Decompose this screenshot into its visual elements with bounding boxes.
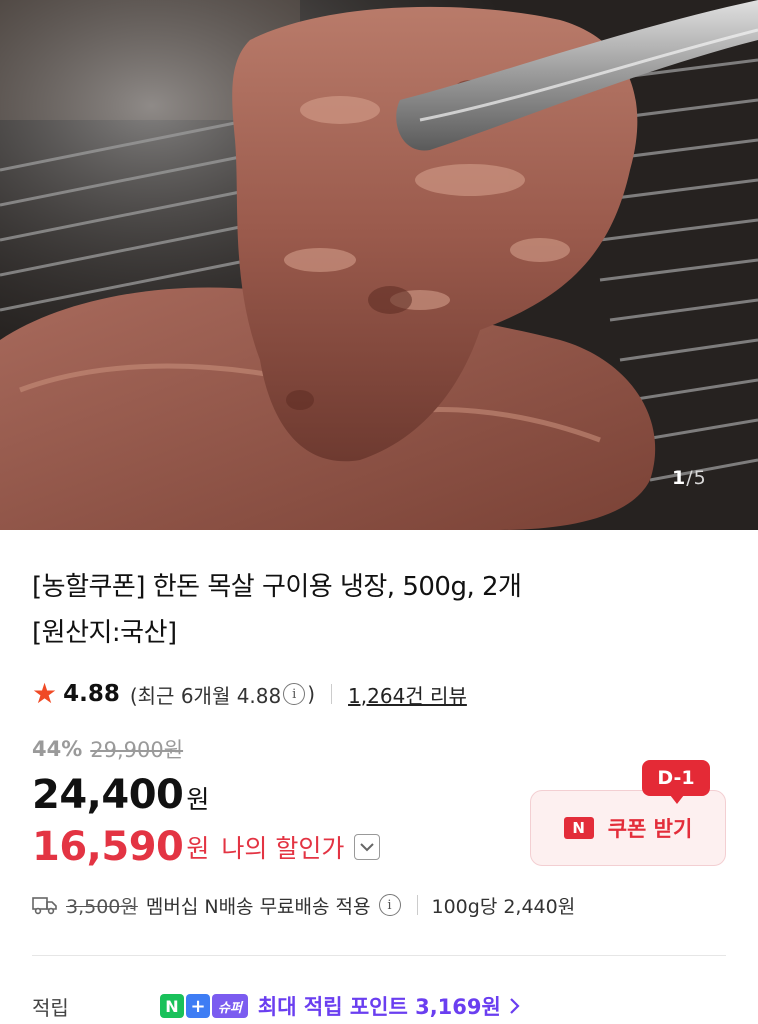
sale-price: 24,400 원 (32, 772, 209, 818)
chevron-down-icon[interactable] (354, 834, 381, 860)
product-image-carousel[interactable]: 1 / 5 (0, 0, 758, 530)
divider (416, 895, 418, 915)
coupon-download-button[interactable]: N 쿠폰 받기 (530, 790, 726, 866)
max-points-text: 최대 적립 포인트 3,169원 (257, 995, 501, 1019)
my-discount-price[interactable]: 16,590 원 나의 할인가 (32, 824, 381, 870)
points-label: 적립 (32, 995, 69, 1020)
info-icon[interactable]: i (378, 894, 401, 916)
shipping-row: 3,500원 멤버십 N배송 무료배송 적용 i 100g당 2,440원 (32, 888, 575, 922)
rating-row: ★ 4.88 (최근 6개월 4.88 i ) 1,264건 리뷰 (32, 674, 467, 714)
image-page-counter: 1 / 5 (660, 460, 719, 496)
recent-rating-close: ) (307, 682, 316, 706)
my-price-unit: 원 (186, 834, 210, 863)
total-pages: 5 (693, 467, 707, 489)
chevron-right-icon[interactable] (509, 997, 521, 1015)
super-badge: 슈퍼 (212, 994, 248, 1018)
sale-price-value: 24,400 (32, 772, 184, 818)
discount-rate: 44% (32, 737, 83, 761)
sale-price-unit: 원 (186, 785, 210, 814)
d-day-badge: D-1 (642, 760, 710, 804)
star-icon: ★ (32, 677, 58, 710)
plus-icon: + (186, 994, 210, 1018)
page-separator: / (686, 467, 694, 489)
points-row[interactable]: 적립 N + 슈퍼 최대 적립 포인트 3,169원 (32, 988, 732, 1024)
original-price: 29,900원 (90, 738, 184, 762)
product-title-line1: [농할쿠폰] 한돈 목살 구이용 냉장, 500g, 2개 (32, 572, 522, 602)
product-title-line2: [원산지:국산] (32, 618, 177, 648)
section-divider (32, 955, 726, 956)
current-page: 1 (672, 467, 687, 489)
shipping-text: 멤버십 N배송 무료배송 적용 (145, 895, 371, 918)
rating-score: 4.88 (63, 681, 120, 707)
reviews-link[interactable]: 1,264건 리뷰 (348, 680, 467, 709)
grilled-pork-photo (0, 0, 758, 530)
shipping-fee: 3,500원 (66, 895, 138, 918)
naver-n-icon: N (160, 994, 184, 1018)
info-icon[interactable]: i (283, 683, 306, 705)
my-price-value: 16,590 (32, 824, 184, 870)
recent-rating-text: (최근 6개월 4.88 (129, 683, 282, 708)
truck-icon (32, 895, 58, 915)
my-price-label: 나의 할인가 (221, 834, 345, 863)
discount-row: 44% 29,900원 (32, 734, 183, 764)
unit-price: 100g당 2,440원 (431, 895, 576, 918)
product-title: [농할쿠폰] 한돈 목살 구이용 냉장, 500g, 2개 [원산지:국산] (32, 564, 722, 656)
divider (331, 684, 333, 704)
coupon-button-label: 쿠폰 받기 (607, 817, 693, 841)
naver-n-icon: N (563, 817, 594, 839)
coupon-area: N 쿠폰 받기 D-1 (530, 760, 728, 868)
